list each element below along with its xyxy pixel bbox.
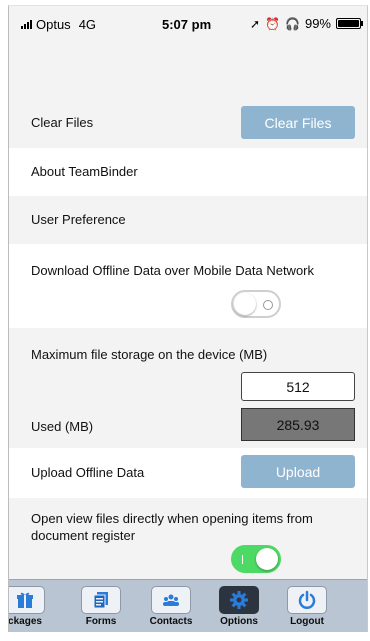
download-offline-label: Download Offline Data over Mobile Data N… (31, 263, 315, 278)
app-screen: Optus 4G 5:07 pm ➚ ⏰ 🎧 99% Clear Files C… (8, 5, 368, 632)
alarm-icon: ⏰ (265, 16, 281, 31)
tab-options[interactable]: Options (217, 586, 261, 627)
user-preference-row[interactable]: User Preference (9, 196, 367, 244)
battery-percent: 99% (304, 16, 331, 31)
packages-icon (9, 586, 45, 614)
about-row[interactable]: About TeamBinder (9, 148, 367, 196)
clear-files-row: Clear Files Clear Files (9, 98, 367, 148)
battery-icon (336, 18, 363, 29)
network-type: 4G (78, 16, 97, 32)
about-label: About TeamBinder (31, 164, 138, 179)
tab-contacts[interactable]: Contacts (149, 586, 193, 627)
used-label: Used (MB) (31, 419, 94, 434)
tab-label: Forms (85, 616, 117, 627)
status-time: 5:07 pm (162, 17, 212, 32)
status-bar: Optus 4G 5:07 pm ➚ ⏰ 🎧 99% (9, 6, 367, 42)
tab-forms[interactable]: Forms (79, 586, 123, 627)
tab-packages[interactable]: ckages (8, 586, 47, 627)
max-storage-row: Maximum file storage on the device (MB) … (9, 328, 367, 410)
status-indicators: ➚ ⏰ 🎧 99% (250, 16, 363, 31)
carrier-name: Optus (36, 16, 71, 32)
tab-label: Options (220, 616, 258, 627)
open-view-row: Open view files directly when opening it… (9, 498, 367, 578)
user-preference-label: User Preference (31, 212, 126, 227)
tab-label: Contacts (149, 616, 193, 627)
clear-files-button[interactable]: Clear Files (241, 106, 355, 139)
toggle-knob (256, 548, 278, 570)
contacts-icon (151, 586, 191, 614)
used-row: Used (MB) 285.93 (9, 408, 367, 446)
toggle-off-mark (263, 300, 273, 310)
download-offline-toggle[interactable] (231, 290, 281, 318)
max-storage-label: Maximum file storage on the device (MB) (31, 347, 268, 362)
toggle-on-mark (242, 555, 243, 564)
tab-label: Logout (290, 616, 324, 627)
upload-offline-label: Upload Offline Data (31, 465, 145, 480)
open-view-toggle[interactable] (231, 545, 281, 573)
download-offline-row: Download Offline Data over Mobile Data N… (9, 244, 367, 328)
used-value: 285.93 (241, 408, 355, 441)
tab-bar: ckages Forms Contacts Options Logout (9, 579, 367, 632)
tab-logout[interactable]: Logout (285, 586, 329, 627)
upload-button[interactable]: Upload (241, 455, 355, 488)
open-view-label: Open view files directly when opening it… (31, 511, 313, 543)
headphones-icon: 🎧 (285, 16, 300, 31)
toggle-knob (234, 293, 256, 315)
max-storage-input[interactable]: 512 (241, 372, 355, 401)
forms-icon (81, 586, 121, 614)
upload-offline-row: Upload Offline Data Upload (9, 448, 367, 498)
signal-icon (21, 19, 32, 29)
power-icon (287, 586, 327, 614)
tab-label: ckages (8, 616, 42, 627)
gear-icon (219, 586, 259, 614)
clear-files-label: Clear Files (31, 115, 94, 130)
location-icon: ➚ (250, 16, 261, 31)
